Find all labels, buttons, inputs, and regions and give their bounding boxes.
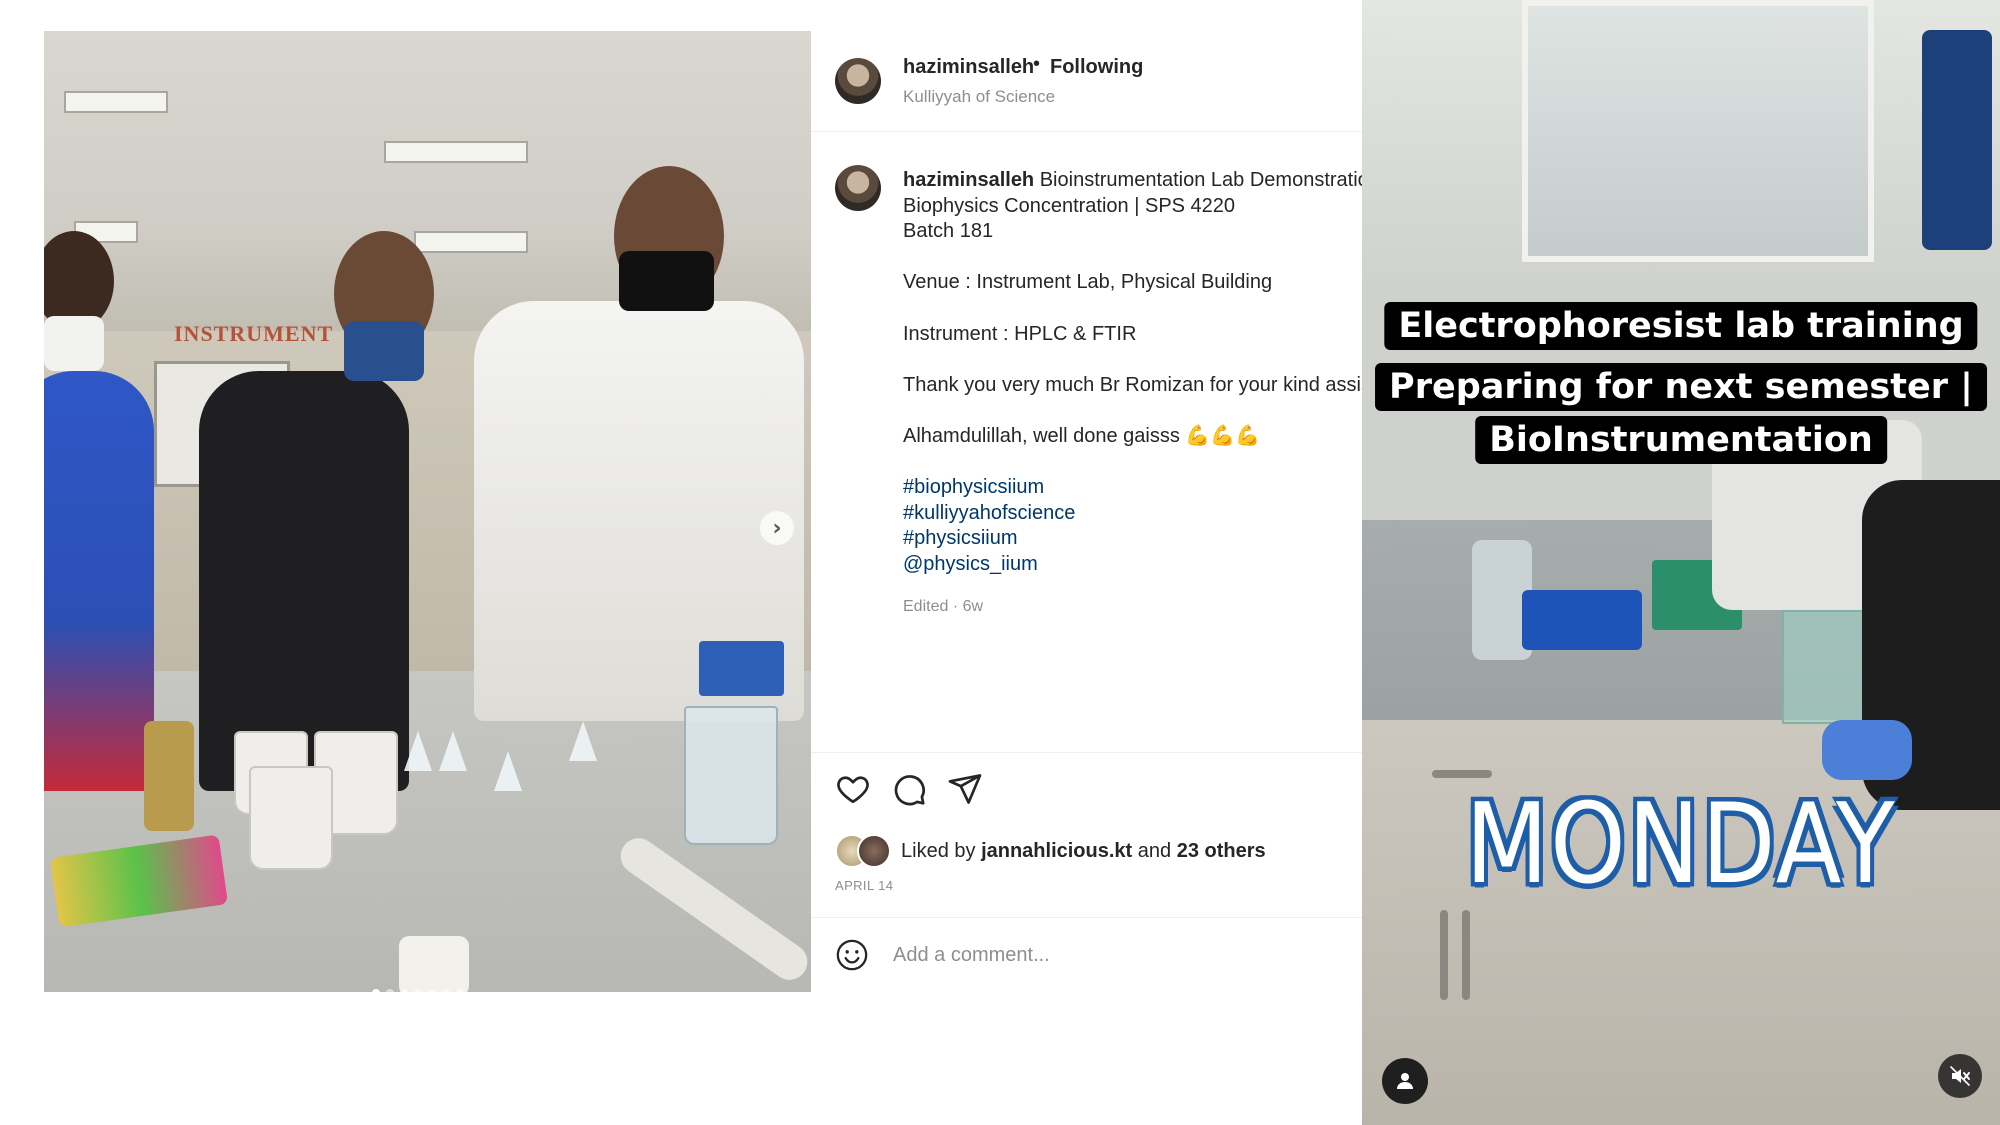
person-left-mask xyxy=(44,316,104,371)
smiley-icon[interactable] xyxy=(835,938,869,972)
post-photo[interactable]: INSTRUMENT › xyxy=(44,31,811,992)
ceiling-light xyxy=(384,141,528,163)
paper-plane-icon[interactable] xyxy=(947,771,983,807)
reel-glass-door xyxy=(1522,0,1874,262)
volumetric-flask xyxy=(404,731,432,771)
carousel-dot[interactable] xyxy=(428,989,436,992)
caption-username[interactable]: haziminsalleh xyxy=(903,169,1034,191)
post-header: haziminsalleh • Following Kulliyyah of S… xyxy=(811,31,1362,132)
post-date[interactable]: APRIL 14 xyxy=(835,878,893,893)
beaker xyxy=(684,706,778,845)
reel-blue-box xyxy=(1922,30,1992,250)
caption-avatar[interactable] xyxy=(835,165,881,211)
comment-icon[interactable] xyxy=(891,771,927,807)
caption: haziminsalleh Bioinstrumentation Lab Dem… xyxy=(903,168,1363,578)
volumetric-flask xyxy=(494,751,522,791)
ceiling-light xyxy=(64,91,168,113)
likes-text: Liked by jannahlicious.kt and 23 others xyxy=(901,840,1266,863)
carousel-dot[interactable] xyxy=(442,989,450,992)
hashtag-link[interactable]: #kulliyyahofscience xyxy=(903,501,1362,527)
wall-sign: INSTRUMENT xyxy=(174,321,334,346)
post-side-panel: haziminsalleh • Following Kulliyyah of S… xyxy=(811,31,1363,992)
reel-caption-line-2: Preparing for next semester | xyxy=(1375,363,1987,411)
comment-bar xyxy=(811,917,1362,992)
carousel-dot[interactable] xyxy=(386,989,394,992)
ceiling-light xyxy=(414,231,528,253)
reel-video[interactable]: Electrophoresist lab training Preparing … xyxy=(1362,0,2000,1125)
carousel-next-button[interactable]: › xyxy=(760,511,794,545)
caption-line-2: Biophysics Concentration | SPS 4220 xyxy=(903,194,1236,217)
caption-venue: Venue : Instrument Lab, Physical Buildin… xyxy=(903,271,1273,294)
pipette-tip-box xyxy=(699,641,784,696)
caption-line-3: Batch 181 xyxy=(903,220,994,243)
carousel-dot[interactable] xyxy=(372,989,380,992)
likes-others-link[interactable]: 23 others xyxy=(1177,840,1266,862)
reel-handle xyxy=(1432,770,1492,778)
following-button[interactable]: Following xyxy=(1050,56,1143,79)
reel-tagged-users-button[interactable] xyxy=(1382,1058,1428,1104)
carousel-dots xyxy=(372,989,464,992)
carousel-dot[interactable] xyxy=(400,989,408,992)
location-link[interactable]: Kulliyyah of Science xyxy=(903,87,1055,107)
person-center-mask xyxy=(344,321,424,381)
reel-mute-button[interactable] xyxy=(1938,1054,1982,1098)
reel-box xyxy=(1522,590,1642,650)
person-right-mask xyxy=(619,251,714,311)
drink-can xyxy=(144,721,194,831)
person-center xyxy=(199,371,409,791)
reel-handle xyxy=(1462,910,1470,1000)
avatar[interactable] xyxy=(835,58,881,104)
reel-caption-line-3: BioInstrumentation xyxy=(1475,416,1887,464)
carousel-dot[interactable] xyxy=(456,989,464,992)
reel-handle xyxy=(1440,910,1448,1000)
volumetric-flask xyxy=(569,721,597,761)
user-icon xyxy=(1397,1073,1413,1089)
container xyxy=(399,936,469,992)
caption-thanks: Thank you very much Br Romizan for your … xyxy=(903,373,1362,396)
likes-connector: and xyxy=(1137,839,1172,862)
mention-link[interactable]: @physics_iium xyxy=(903,552,1362,578)
likes-row: Liked by jannahlicious.kt and 23 others xyxy=(835,834,1266,868)
mug xyxy=(249,766,333,870)
header-separator: • xyxy=(1033,53,1041,75)
liked-by-user-link[interactable]: jannahlicious.kt xyxy=(981,840,1132,862)
comment-input[interactable] xyxy=(891,936,1335,974)
liked-by-avatar[interactable] xyxy=(857,834,891,868)
heart-icon[interactable] xyxy=(835,771,871,807)
volumetric-flask xyxy=(439,731,467,771)
caption-instrument: Instrument : HPLC & FTIR xyxy=(903,322,1137,345)
header-username[interactable]: haziminsalleh xyxy=(903,56,1034,79)
edited-timestamp[interactable]: Edited · 6w xyxy=(903,598,983,616)
action-bar-divider xyxy=(811,752,1362,754)
person-left xyxy=(44,371,154,791)
hashtag-link[interactable]: #physicsiium xyxy=(903,526,1362,552)
hashtag-link[interactable]: #biophysicsiium xyxy=(903,475,1362,501)
reel-glove xyxy=(1822,720,1912,780)
caption-closing: Alhamdulillah, well done gaisss 💪💪💪 xyxy=(903,424,1261,447)
carousel-dot[interactable] xyxy=(414,989,422,992)
speaker-muted-icon xyxy=(1950,1066,1970,1086)
reel-caption-line-1: Electrophoresist lab training xyxy=(1384,302,1978,350)
reel-day-label: MONDAY xyxy=(1465,779,1897,909)
chevron-right-icon: › xyxy=(772,515,782,541)
likes-prefix: Liked by xyxy=(901,839,976,862)
caption-line-1: Bioinstrumentation Lab Demonstration xyxy=(1039,169,1363,191)
